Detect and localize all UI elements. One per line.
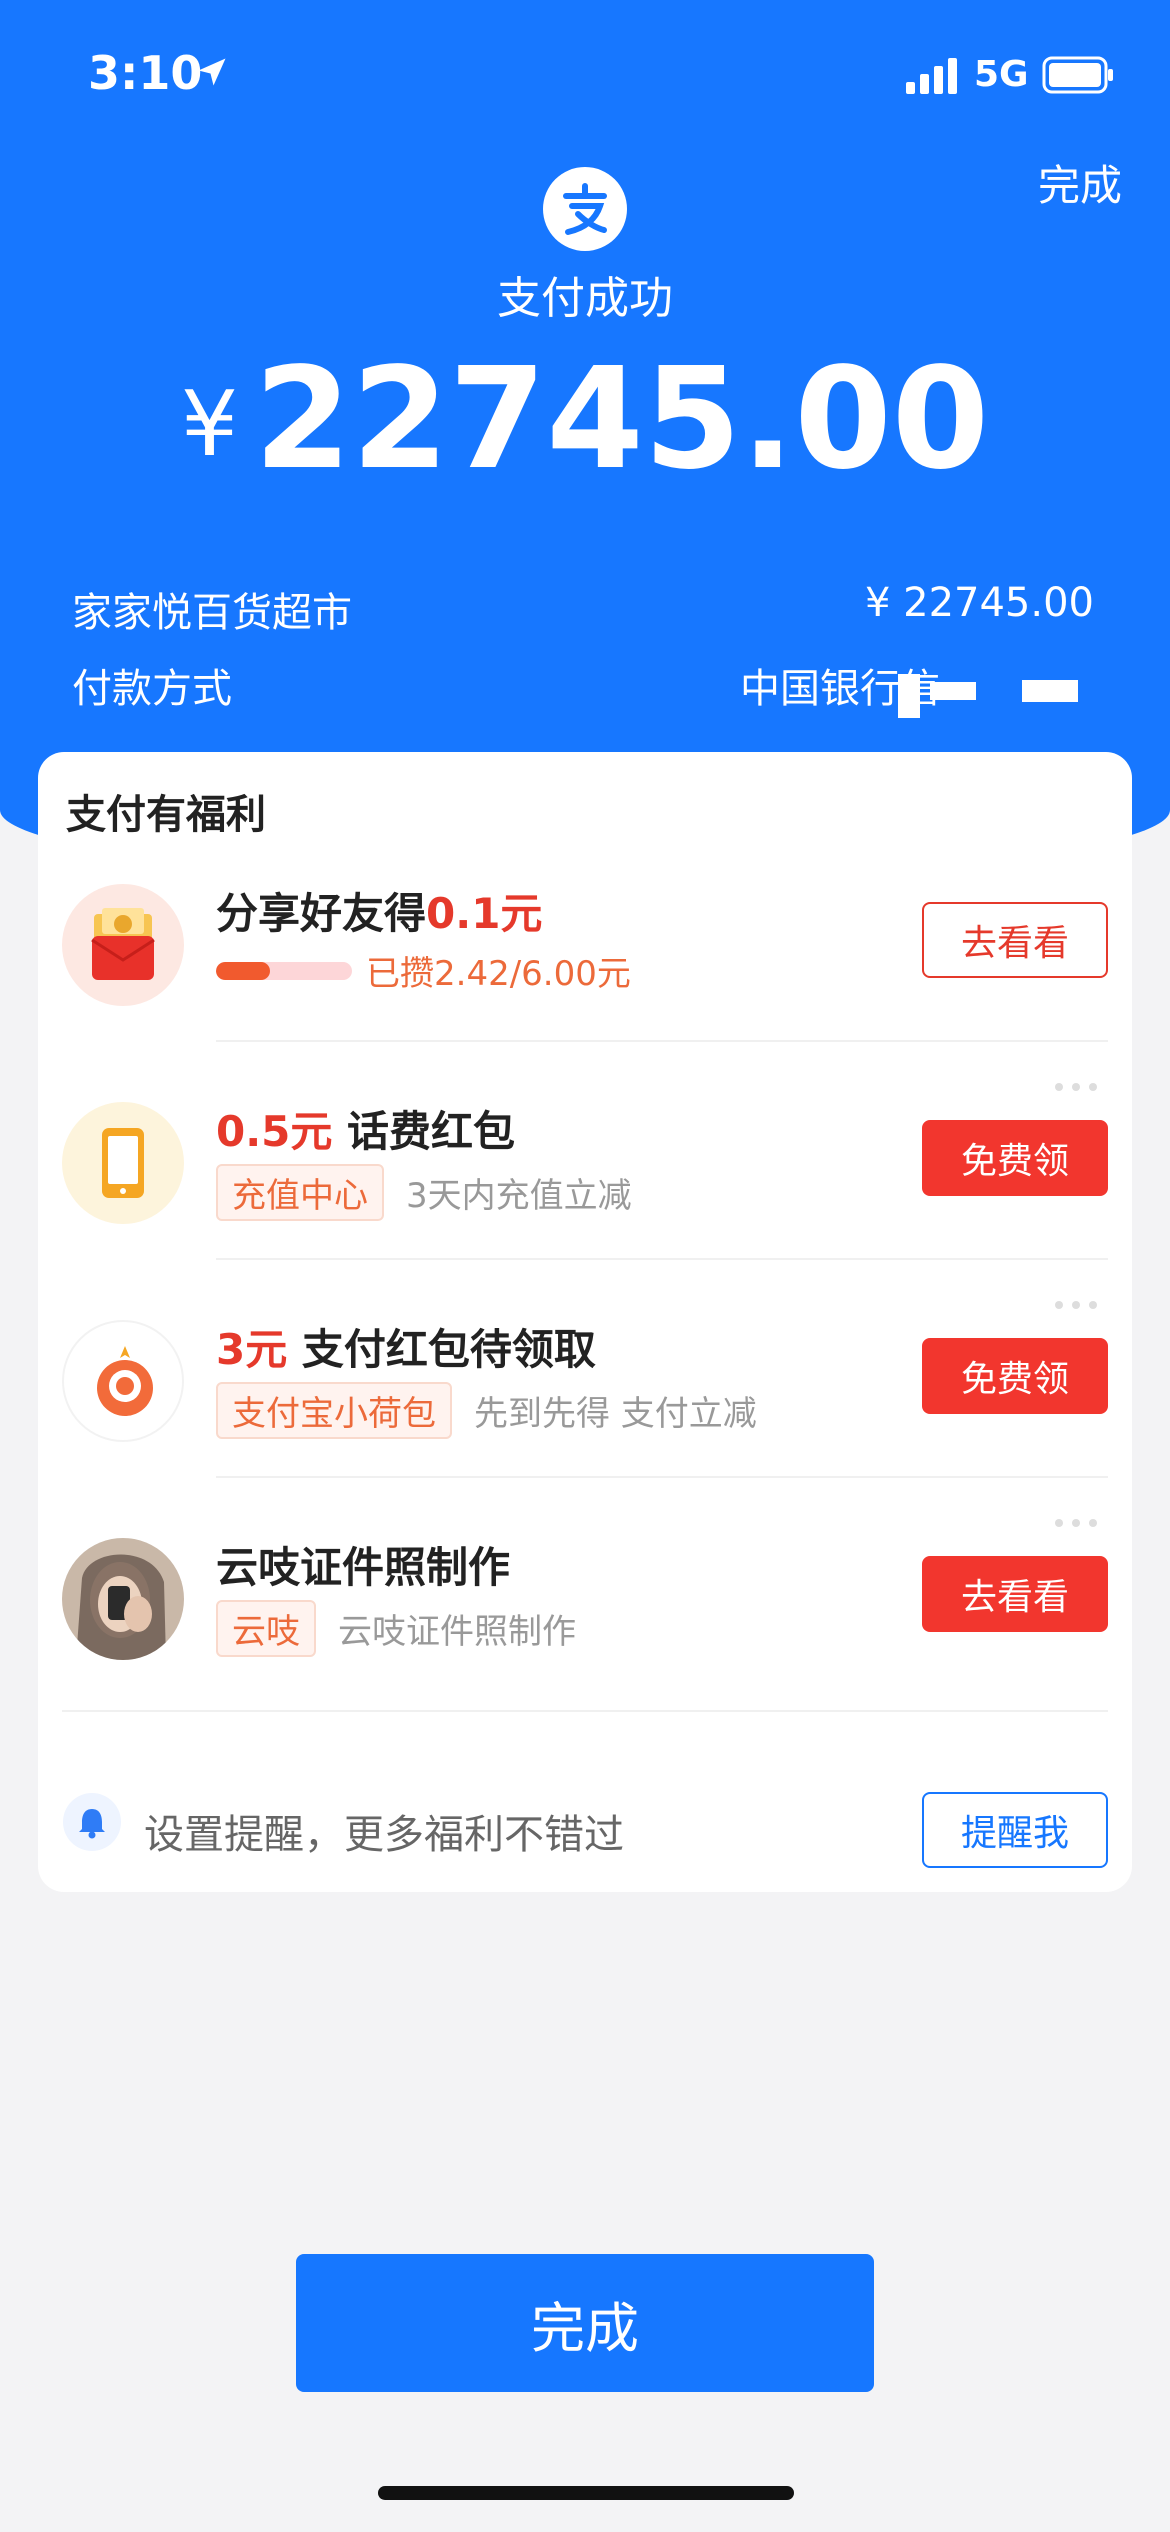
- benefit-tag: 云吱: [216, 1600, 316, 1657]
- view-button[interactable]: 去看看: [922, 1556, 1108, 1632]
- list-item: 分享好友得0.1元 已攒2.42/6.00元 去看看: [38, 844, 1132, 1062]
- red-envelope-icon: [62, 884, 184, 1006]
- done-button[interactable]: 完成: [296, 2254, 874, 2392]
- benefit-subtitle: 云吱 云吱证件照制作: [216, 1600, 576, 1657]
- benefit-desc: 3天内充值立减: [406, 1176, 632, 1216]
- benefit-title-text: 话费红包: [332, 1107, 516, 1156]
- signal-icon: [906, 58, 957, 94]
- remind-me-button[interactable]: 提醒我: [922, 1792, 1108, 1868]
- payment-method-label: 付款方式: [72, 666, 232, 712]
- benefit-title: 分享好友得0.1元: [216, 880, 542, 941]
- network-type: 5G: [974, 54, 1029, 95]
- benefit-title-text: 云吱证件照制作: [216, 1543, 511, 1592]
- benefit-title-text: 分享好友得: [216, 889, 427, 938]
- currency-symbol: ¥: [180, 372, 239, 477]
- redaction-block: [1022, 680, 1078, 702]
- divider: [216, 1258, 1108, 1260]
- divider: [62, 1710, 1108, 1712]
- claim-free-button[interactable]: 免费领: [922, 1338, 1108, 1414]
- merchant-amount: ¥ 22745.00: [864, 580, 1094, 626]
- benefit-title-highlight: 0.5元: [216, 1107, 333, 1156]
- share-view-button[interactable]: 去看看: [922, 902, 1108, 978]
- redaction-block: [930, 682, 976, 700]
- divider: [216, 1476, 1108, 1478]
- status-time: 3:10: [88, 46, 203, 100]
- bell-icon: [63, 1793, 121, 1851]
- header-done-button[interactable]: 完成: [1038, 152, 1122, 213]
- battery-icon: [1042, 56, 1113, 94]
- alipay-logo-icon: [543, 167, 627, 251]
- benefits-card: 支付有福利 分享好友得0.1元 已攒2.42/6.00元 去看看 0.5元 话费…: [38, 752, 1132, 1892]
- avatar: [62, 1538, 184, 1660]
- reminder-row: 设置提醒，更多福利不错过 提醒我: [38, 1762, 1132, 1892]
- benefit-subtitle: 充值中心 3天内充值立减: [216, 1164, 632, 1221]
- divider: [216, 1040, 1108, 1042]
- merchant-name: 家家悦百货超市: [72, 590, 352, 636]
- list-item: 0.5元 话费红包 充值中心 3天内充值立减 免费领: [38, 1062, 1132, 1280]
- phone-recharge-icon: [62, 1102, 184, 1224]
- benefit-title-text: 支付红包待领取: [287, 1325, 596, 1374]
- reminder-text: 设置提醒，更多福利不错过: [144, 1812, 624, 1858]
- alipay-wallet-icon: [62, 1320, 184, 1442]
- savings-progress-text: 已攒2.42/6.00元: [366, 954, 631, 994]
- payment-amount: ¥22745.00: [0, 350, 1170, 490]
- benefit-tag: 充值中心: [216, 1164, 384, 1221]
- location-arrow-icon: [198, 58, 226, 86]
- savings-progress-fill: [216, 961, 271, 980]
- benefit-desc: 云吱证件照制作: [338, 1612, 576, 1652]
- list-item: 3元 支付红包待领取 支付宝小荷包 先到先得 支付立减 免费领: [38, 1280, 1132, 1498]
- status-bar: 3:10 5G: [0, 0, 1170, 150]
- savings-progress-bar: [216, 961, 352, 980]
- benefit-title-highlight: 0.1元: [426, 889, 543, 938]
- benefit-title: 云吱证件照制作: [216, 1534, 510, 1595]
- amount-value: 22745.00: [254, 338, 990, 501]
- payment-success-title: 支付成功: [497, 273, 673, 324]
- benefit-title: 3元 支付红包待领取: [216, 1316, 596, 1377]
- benefit-desc: 先到先得 支付立减: [474, 1394, 757, 1434]
- claim-free-button[interactable]: 免费领: [922, 1120, 1108, 1196]
- benefit-title-highlight: 3元: [216, 1325, 288, 1374]
- benefit-subtitle: 已攒2.42/6.00元: [216, 946, 631, 995]
- list-item: 云吱证件照制作 云吱 云吱证件照制作 去看看: [38, 1498, 1132, 1716]
- home-indicator: [378, 2486, 794, 2500]
- benefit-tag: 支付宝小荷包: [216, 1382, 452, 1439]
- benefits-card-title: 支付有福利: [66, 792, 266, 838]
- redaction-block: [898, 674, 920, 718]
- benefit-title: 0.5元 话费红包: [216, 1098, 515, 1159]
- benefit-subtitle: 支付宝小荷包 先到先得 支付立减: [216, 1382, 757, 1439]
